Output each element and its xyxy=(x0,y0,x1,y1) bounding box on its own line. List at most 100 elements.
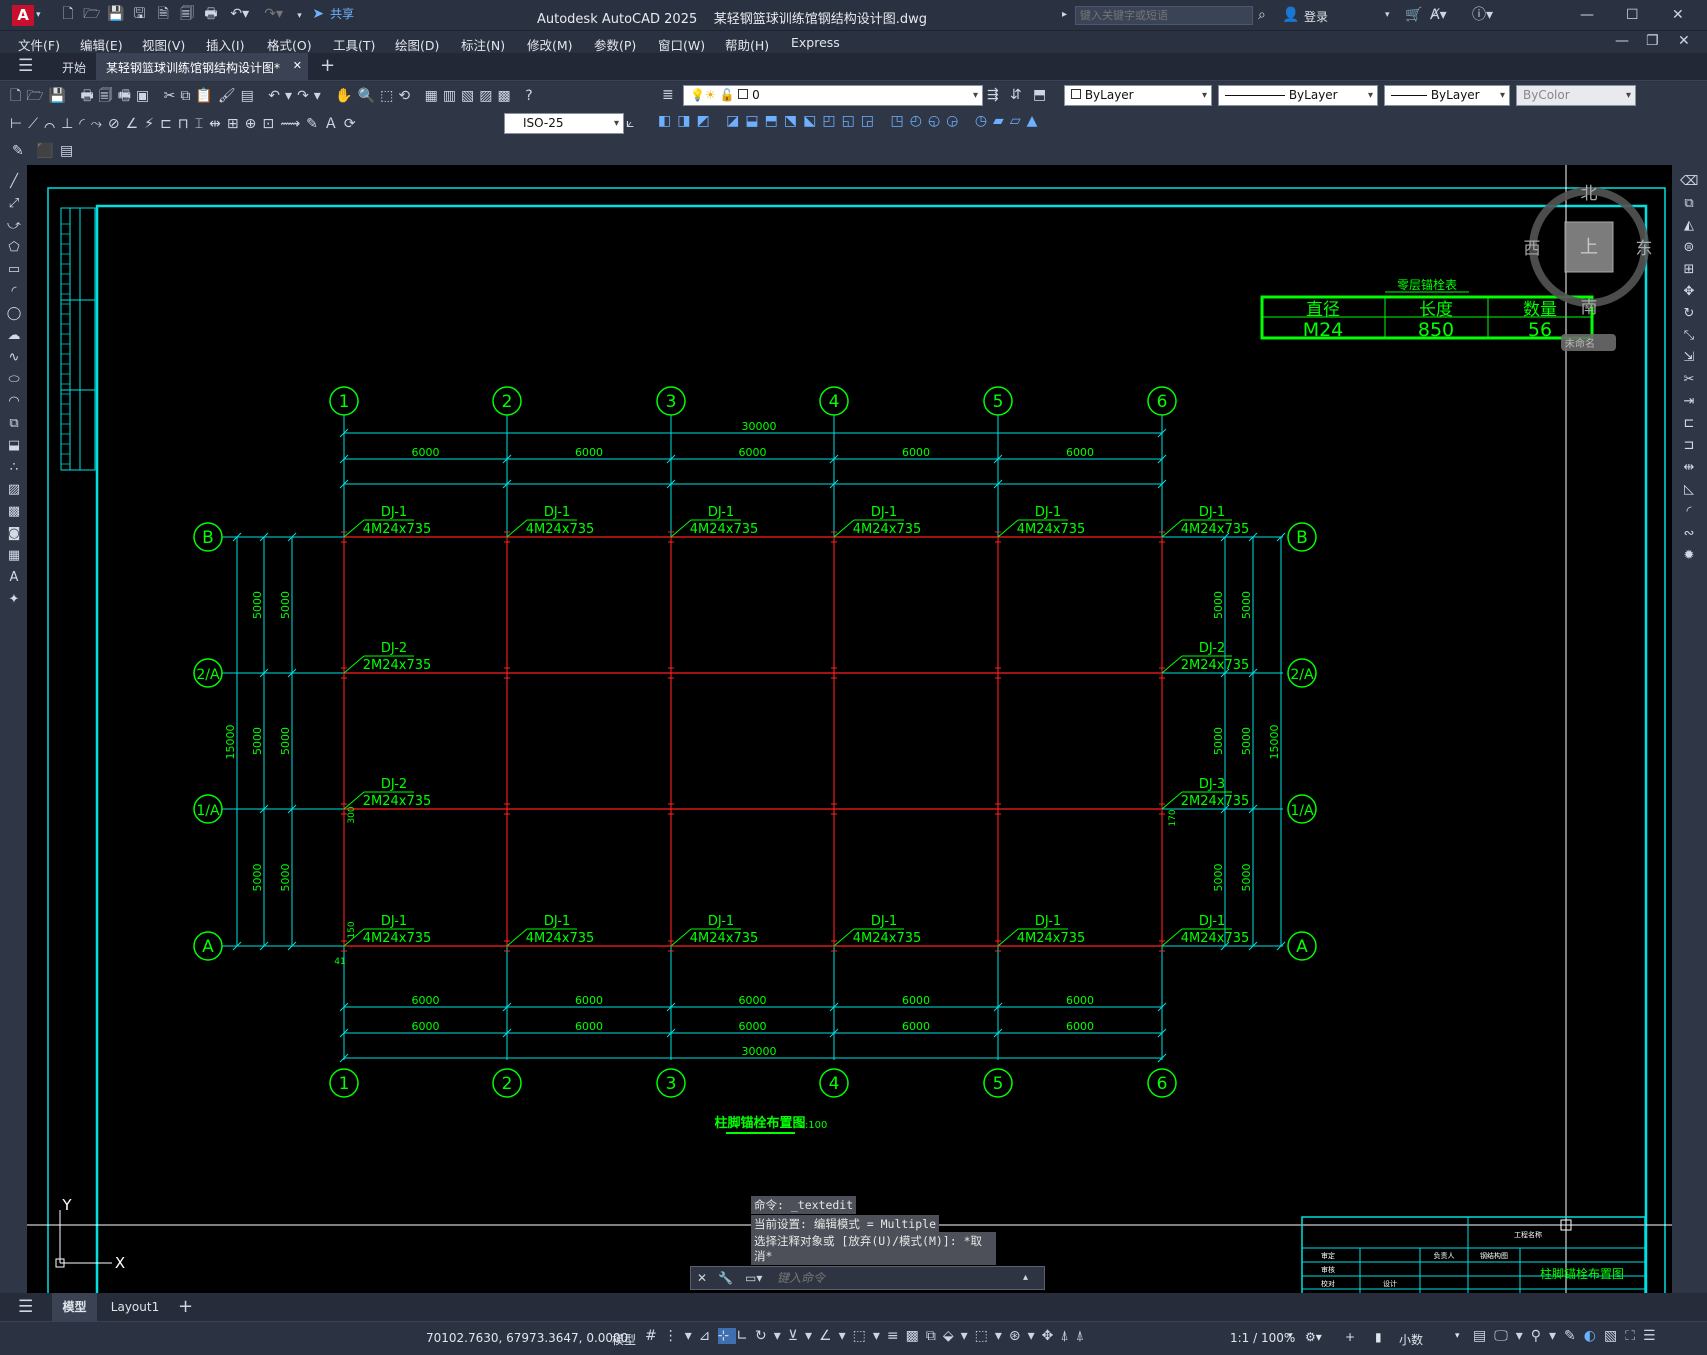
construction-line-icon[interactable]: ⤢ xyxy=(5,195,23,213)
properties-icon[interactable]: ▦ xyxy=(425,88,443,104)
dim-diameter-icon[interactable]: ⊘ xyxy=(108,116,126,132)
quick-dim-icon[interactable]: ⚡ xyxy=(144,116,160,132)
cad-drawing[interactable]: 零层锚栓表 直径 长度 数量 M24 850 56 上 北 南 东 西 未命名 … xyxy=(27,165,1672,1293)
save-drawing-icon[interactable]: 💾 xyxy=(49,88,71,104)
dimstyle-dropdown[interactable]: ISO-25 ▾ xyxy=(504,113,624,134)
search-icon[interactable]: ⌕ xyxy=(1258,5,1266,25)
zoom-window-icon[interactable]: ⬚ xyxy=(380,88,398,104)
units-icon[interactable]: ▮ xyxy=(1375,1327,1382,1347)
union-icon[interactable]: ◧ xyxy=(658,113,677,129)
taper-faces-icon[interactable]: ◰ xyxy=(822,113,841,129)
share-label[interactable]: 共享 xyxy=(330,7,354,21)
dim-text-edit-icon[interactable]: Ａ xyxy=(324,116,344,132)
viewcube-south[interactable]: 南 xyxy=(1581,298,1598,318)
dim-baseline-icon[interactable]: ⊏ xyxy=(160,116,178,132)
annotation-scale[interactable]: 1:1 / 100% xyxy=(1230,1331,1295,1345)
print-icon[interactable]: 🖶 xyxy=(81,88,99,104)
doc-close-icon[interactable]: ✕ xyxy=(1678,31,1690,51)
zoom-previous-icon[interactable]: ⟲ xyxy=(398,88,415,104)
quick-properties-icon[interactable]: ▤ xyxy=(1473,1328,1494,1344)
copy-icon[interactable]: ⧉ xyxy=(180,88,195,104)
clean-icon[interactable]: ◴ xyxy=(910,113,928,129)
menu-draw[interactable]: 绘图(D) xyxy=(395,35,439,54)
trim-icon[interactable]: ✂ xyxy=(1680,371,1698,389)
auto-scale-icon[interactable]: ⍋ xyxy=(1076,1328,1091,1344)
layer-manager-icon[interactable]: ≣ xyxy=(662,85,674,105)
app-menu-arrow-icon[interactable]: ▾ xyxy=(36,5,41,25)
doc-restore-icon[interactable]: ❐ xyxy=(1646,31,1659,51)
lineweight-dropdown[interactable]: ByLayer ▾ xyxy=(1384,85,1510,106)
object-track-icon[interactable]: ∠▾ xyxy=(819,1328,853,1344)
shell-icon[interactable]: ◶ xyxy=(946,113,964,129)
rotate-faces-icon[interactable]: ⬕ xyxy=(803,113,822,129)
spline-icon[interactable]: ∿ xyxy=(5,349,23,367)
menu-help[interactable]: 帮助(H) xyxy=(725,35,769,54)
doc-minimize-icon[interactable]: — xyxy=(1615,31,1629,51)
selection-filter-icon[interactable]: ⊛▾ xyxy=(1009,1328,1042,1344)
break-at-point-icon[interactable]: ⊏ xyxy=(1680,415,1698,433)
plotstyle-dropdown[interactable]: ByColor ▾ xyxy=(1516,85,1636,106)
user-icon[interactable]: 👤 xyxy=(1282,5,1299,25)
revcloud-icon[interactable]: ☁ xyxy=(5,327,23,345)
blend-icon[interactable]: ∾ xyxy=(1680,525,1698,543)
fillet-icon[interactable]: ◜ xyxy=(1680,503,1698,521)
viewcube-west[interactable]: 西 xyxy=(1524,239,1541,259)
calculator-icon[interactable]: ▩ xyxy=(498,88,516,104)
layer-previous-icon[interactable]: ⇵ xyxy=(1010,85,1022,105)
osnap-icon[interactable]: ⬚▾ xyxy=(853,1328,887,1344)
search-input[interactable] xyxy=(1075,6,1253,25)
cart-icon[interactable]: 🛒 xyxy=(1405,5,1422,25)
make-block-icon[interactable]: ⬓ xyxy=(5,437,23,455)
gradient-icon[interactable]: ▩ xyxy=(5,503,23,521)
publish-icon[interactable]: 🖷 xyxy=(118,88,136,104)
hamburger-menu-icon[interactable]: ☰ xyxy=(18,56,33,76)
intersect-icon[interactable]: ◩ xyxy=(696,113,715,129)
offset-icon[interactable]: ⊜ xyxy=(1680,239,1698,257)
customize-status-icon[interactable]: ☰ xyxy=(1643,1328,1664,1344)
infer-icon[interactable]: ⊿ xyxy=(699,1328,718,1344)
dim-angular-icon[interactable]: ∠ xyxy=(126,116,145,132)
menu-window[interactable]: 窗口(W) xyxy=(658,35,705,54)
undo-tb-icon[interactable]: ↶▾ xyxy=(268,88,297,104)
command-close-icon[interactable]: ✕ xyxy=(697,1268,707,1288)
command-history-icon[interactable]: ▴ xyxy=(1023,1268,1028,1288)
help-tb-icon[interactable]: ? xyxy=(525,88,537,104)
isolate-icon[interactable]: ⚲▾ xyxy=(1531,1328,1564,1344)
make-current-icon[interactable]: ⇶ xyxy=(987,85,999,105)
transparency-icon[interactable]: ▩ xyxy=(906,1328,926,1344)
check-icon[interactable]: ◷ xyxy=(975,113,993,129)
menu-modify[interactable]: 修改(M) xyxy=(527,35,573,54)
dim-arc-icon[interactable]: ⌒ xyxy=(44,116,61,132)
join-icon[interactable]: ⇹ xyxy=(1680,459,1698,477)
mirror-icon[interactable]: ◭ xyxy=(1680,217,1698,235)
grid-icon[interactable]: # xyxy=(645,1328,664,1344)
selection-cycling-icon[interactable]: ⧉ xyxy=(926,1328,943,1344)
plot-icon[interactable]: 🖶 xyxy=(201,4,221,24)
add-selected-icon[interactable]: ✦ xyxy=(5,591,23,609)
point-icon[interactable]: ∴ xyxy=(5,459,23,477)
linetype-dropdown[interactable]: ByLayer ▾ xyxy=(1218,85,1378,106)
region-icon[interactable]: ◙ xyxy=(5,525,23,543)
gizmo-icon[interactable]: ✥ xyxy=(1042,1328,1061,1344)
block-attribute-icon[interactable]: ⬛ xyxy=(36,141,53,161)
close-icon[interactable]: ✕ xyxy=(1672,5,1684,25)
coordinates-display[interactable]: 70102.7630, 67973.3647, 0.0000 xyxy=(426,1331,628,1345)
customize-icon[interactable]: ▾ xyxy=(292,6,306,26)
erase-icon[interactable]: ⌫ xyxy=(1680,173,1698,191)
slice-icon[interactable]: ▰ xyxy=(993,113,1010,129)
color-dropdown[interactable]: ByLayer ▾ xyxy=(1064,85,1212,106)
ortho-icon[interactable]: ∟ xyxy=(736,1328,755,1344)
copy-faces-icon[interactable]: ◱ xyxy=(842,113,861,129)
add-layout-icon[interactable]: + xyxy=(178,1297,193,1317)
move-faces-icon[interactable]: ⬓ xyxy=(745,113,764,129)
interfere-icon[interactable]: ▲ xyxy=(1027,113,1044,129)
dim-break-icon[interactable]: ⇹ xyxy=(209,116,227,132)
layout-menu-icon[interactable]: ☰ xyxy=(18,1297,33,1317)
save-icon[interactable]: 💾 xyxy=(106,4,126,24)
graphics-icon[interactable]: ▧ xyxy=(1604,1328,1625,1344)
dynamic-input-icon[interactable]: ⊹ xyxy=(717,1328,737,1344)
menu-tools[interactable]: 工具(T) xyxy=(333,35,375,54)
insert-block-icon[interactable]: ⧉ xyxy=(5,415,23,433)
maximize-icon[interactable]: ☐ xyxy=(1626,5,1639,25)
annotation-monitor-icon[interactable]: + xyxy=(1345,1327,1355,1347)
